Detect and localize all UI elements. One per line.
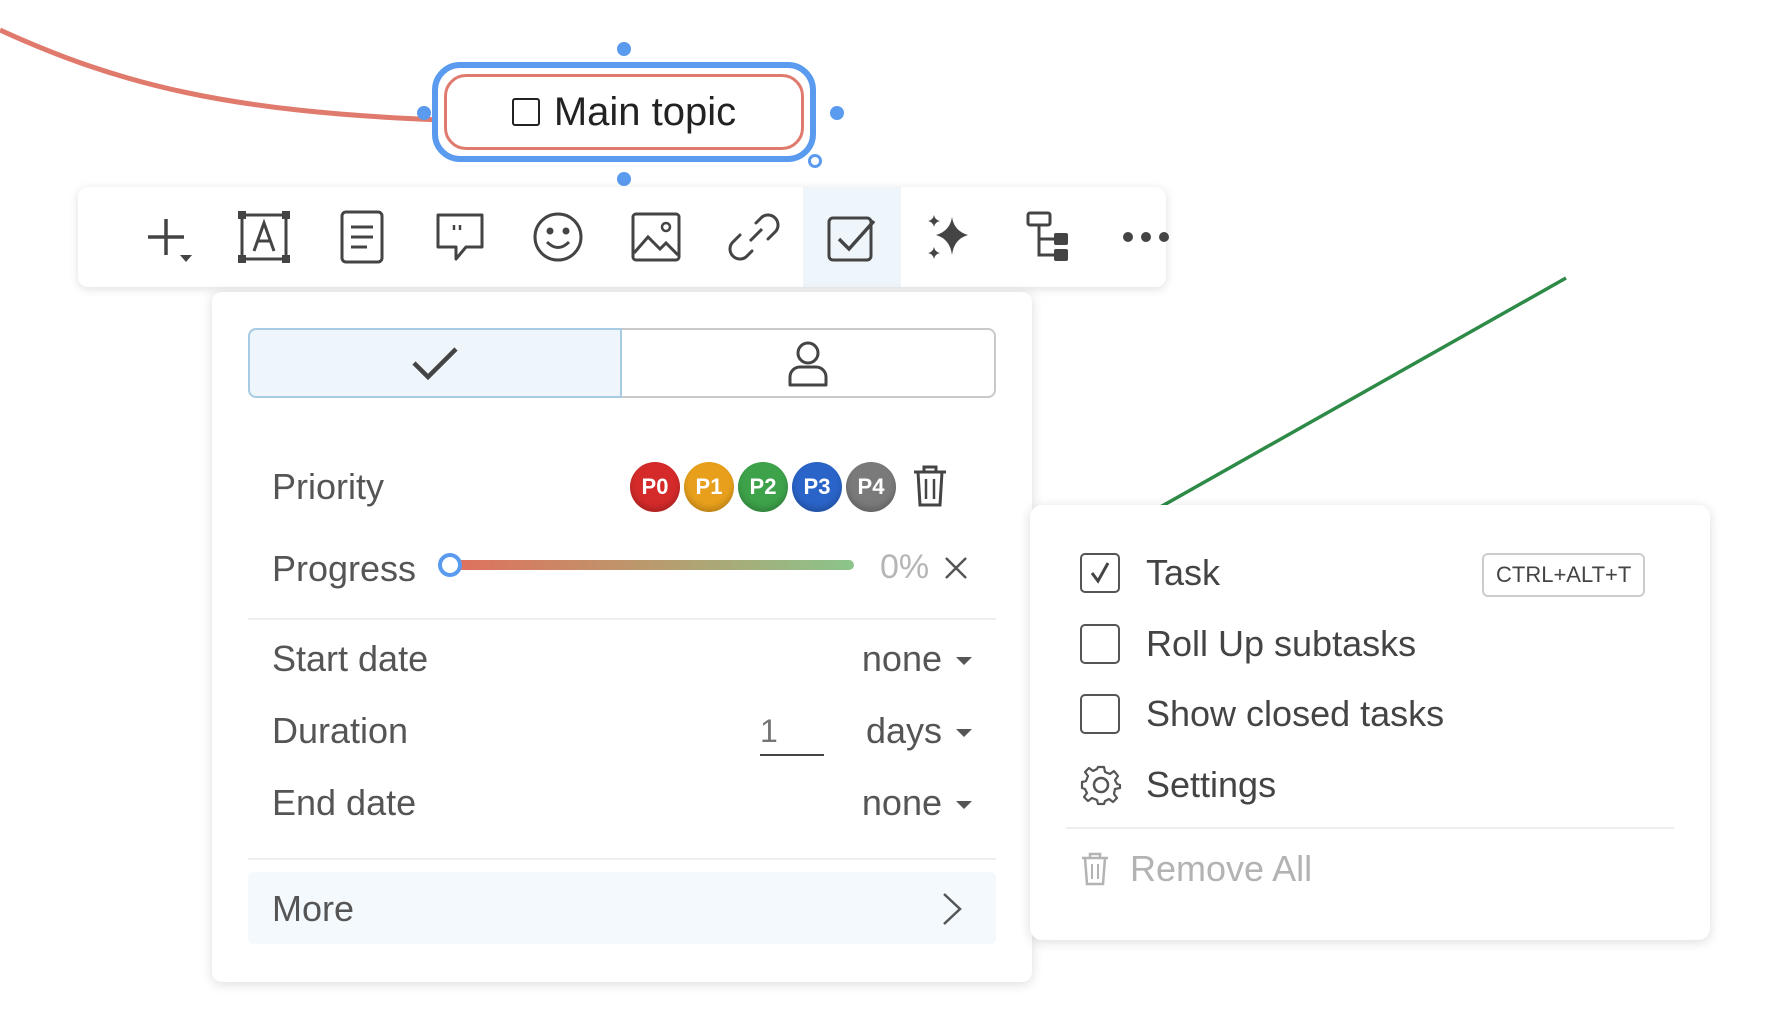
ai-button[interactable] [901, 187, 999, 287]
checkmark-icon [1090, 562, 1110, 584]
check-icon [412, 347, 458, 381]
add-button[interactable] [117, 187, 215, 287]
gear-icon [1080, 765, 1122, 806]
priority-p1[interactable]: P1 [684, 462, 734, 512]
task-checkbox[interactable] [1080, 553, 1120, 593]
resize-handle-left[interactable] [417, 106, 431, 120]
remove-all-label: Remove All [1130, 848, 1313, 889]
image-button[interactable] [607, 187, 705, 287]
menu-item-label: Task [1146, 552, 1221, 593]
duration-label: Duration [272, 710, 409, 751]
progress-label: Progress [272, 548, 417, 589]
menu-item-label: Settings [1146, 764, 1277, 805]
menu-item-show-closed-tasks[interactable]: Show closed tasks [1080, 688, 1444, 740]
panel-divider [248, 858, 996, 860]
task-panel: Priority P0 P1 P2 P3 P4 Progress 0% Star… [212, 292, 1032, 982]
text-box-icon [238, 211, 290, 263]
link-button[interactable] [705, 187, 803, 287]
resize-handle-bottom[interactable] [617, 172, 631, 186]
menu-item-label: Roll Up subtasks [1146, 623, 1417, 664]
progress-value: 0% [880, 548, 930, 586]
chevron-right-icon [943, 893, 962, 925]
annotation-arrow [1120, 276, 1567, 530]
topic-task-checkbox[interactable] [511, 98, 540, 126]
tab-task-details[interactable] [248, 328, 622, 398]
tab-assignee[interactable] [622, 328, 996, 398]
priority-p3[interactable]: P3 [792, 462, 842, 512]
priority-p4[interactable]: P4 [846, 462, 896, 512]
trash-icon [914, 465, 946, 507]
show-closed-checkbox[interactable] [1080, 694, 1120, 734]
roll-up-checkbox[interactable] [1080, 624, 1120, 664]
main-topic-node[interactable]: Main topic [432, 62, 816, 162]
resize-handle-right[interactable] [830, 106, 844, 120]
duration-input[interactable] [760, 708, 824, 756]
task-menu: Task CTRL+ALT+T Roll Up subtasks Show cl… [1030, 505, 1710, 940]
node-toolbar [78, 187, 1169, 287]
more-icon [1123, 232, 1169, 242]
more-label: More [272, 888, 355, 929]
note-icon [340, 210, 384, 264]
priority-label: Priority [272, 466, 385, 507]
more-row[interactable]: More [248, 872, 996, 944]
add-icon [148, 219, 192, 262]
comment-icon [436, 213, 484, 261]
link-icon [728, 213, 780, 261]
menu-item-roll-up-subtasks[interactable]: Roll Up subtasks [1080, 618, 1416, 670]
text-box-button[interactable] [215, 187, 313, 287]
progress-slider-thumb[interactable] [438, 553, 462, 577]
clear-priority-button[interactable] [912, 464, 948, 508]
person-icon [788, 341, 828, 387]
branch-line [0, 27, 443, 123]
menu-item-label: Show closed tasks [1146, 693, 1445, 734]
emoji-icon [533, 212, 583, 262]
start-date-label: Start date [272, 638, 429, 679]
close-icon [945, 557, 967, 579]
note-button[interactable] [313, 187, 411, 287]
end-date-dropdown[interactable]: none [862, 782, 972, 824]
structure-button[interactable] [999, 187, 1097, 287]
task-shortcut-badge: CTRL+ALT+T [1482, 553, 1646, 597]
menu-item-task[interactable]: Task [1080, 547, 1220, 599]
task-button[interactable] [803, 187, 901, 287]
menu-divider [1066, 827, 1674, 829]
remove-all-button[interactable]: Remove All [1080, 843, 1312, 895]
resize-handle-corner[interactable] [808, 154, 822, 168]
trash-icon [1082, 852, 1108, 886]
progress-slider-track[interactable] [454, 560, 854, 570]
duration-unit-dropdown[interactable]: days [866, 710, 972, 752]
start-date-dropdown[interactable]: none [862, 638, 972, 680]
priority-p2[interactable]: P2 [738, 462, 788, 512]
chevron-down-icon [956, 729, 972, 738]
menu-item-settings[interactable]: Settings [1080, 759, 1276, 811]
emoji-button[interactable] [509, 187, 607, 287]
image-icon [631, 212, 681, 262]
chevron-down-icon [956, 801, 972, 810]
panel-divider [248, 618, 996, 620]
structure-icon [1026, 211, 1068, 261]
end-date-label: End date [272, 782, 417, 823]
ai-sparkle-icon [928, 215, 968, 259]
resize-handle-top[interactable] [617, 42, 631, 56]
chevron-down-icon [956, 657, 972, 666]
task-icon [827, 216, 876, 262]
topic-title[interactable]: Main topic [554, 90, 736, 135]
clear-progress-button[interactable] [936, 548, 976, 588]
priority-p0[interactable]: P0 [630, 462, 680, 512]
comment-button[interactable] [411, 187, 509, 287]
